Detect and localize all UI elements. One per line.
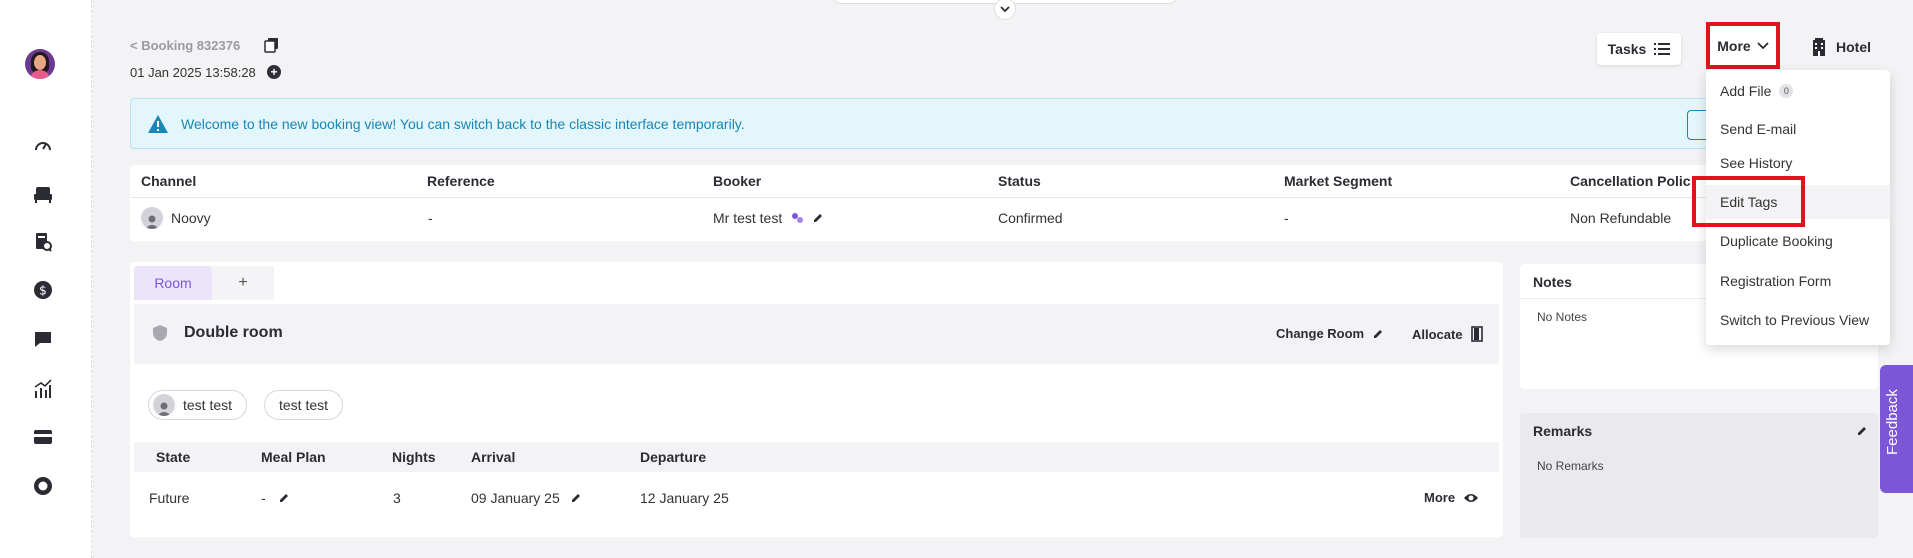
hotel-button[interactable]: Hotel: [1812, 38, 1871, 56]
booker-value: Mr test test: [713, 210, 824, 226]
state-value: Future: [149, 490, 190, 506]
settings-gear-icon[interactable]: [32, 475, 54, 497]
alert-message: Welcome to the new booking view! You can…: [181, 115, 745, 132]
more-dropdown-menu: Add File 0 Send E-mail See History Edit …: [1692, 70, 1890, 345]
warning-icon: [148, 114, 168, 133]
notes-empty: No Notes: [1537, 310, 1588, 324]
breadcrumb-back-link[interactable]: < Booking 832376: [130, 38, 240, 53]
file-count-badge: 0: [1779, 84, 1794, 98]
col-state: State: [156, 449, 191, 465]
col-departure: Departure: [640, 449, 707, 465]
edit-pencil-icon[interactable]: [570, 492, 582, 504]
tab-room[interactable]: Room: [134, 266, 212, 300]
header-booker: Booker: [713, 173, 762, 189]
departure-value: 12 January 25: [640, 490, 729, 506]
reports-icon[interactable]: [32, 378, 54, 400]
change-room-label: Change Room: [1276, 326, 1365, 341]
feedback-tab[interactable]: Feedback: [1880, 365, 1913, 493]
info-alert: Welcome to the new booking view! You can…: [130, 98, 1740, 149]
room-name: Double room: [184, 324, 283, 341]
hotel-building-icon: [1813, 38, 1825, 56]
eye-icon: [1464, 493, 1479, 502]
payments-card-icon[interactable]: [32, 426, 54, 448]
arrival-cell: 09 January 25: [471, 490, 582, 506]
hotel-label: Hotel: [1836, 39, 1871, 55]
person-icon: [153, 394, 175, 416]
booking-created-date: 01 Jan 2025 13:58:28: [130, 65, 256, 80]
edit-pencil-icon[interactable]: [812, 212, 824, 224]
row-more-button[interactable]: More: [1424, 490, 1479, 505]
edit-pencil-icon: [1374, 329, 1383, 338]
guest-chip[interactable]: test test: [264, 390, 344, 420]
header-reference: Reference: [427, 173, 495, 189]
change-room-button[interactable]: Change Room: [1276, 326, 1384, 341]
arrival-value: 09 January 25: [471, 490, 560, 506]
tab-add-room[interactable]: +: [212, 266, 274, 300]
guest-name: test test: [279, 397, 329, 413]
add-circle-icon[interactable]: +: [267, 65, 281, 79]
cancellation-value: Non Refundable: [1570, 210, 1672, 226]
more-label: More: [1717, 37, 1751, 54]
meal-plan-cell: -: [261, 490, 290, 506]
edit-pencil-icon[interactable]: [1856, 425, 1868, 437]
feedback-label: Feedback: [1884, 389, 1901, 455]
header-status: Status: [998, 173, 1041, 189]
door-icon: [1470, 326, 1483, 342]
tasks-label: Tasks: [1607, 41, 1647, 57]
allocate-button[interactable]: Allocate: [1412, 326, 1483, 342]
stay-table-header: State Meal Plan Nights Arrival Departure: [134, 442, 1499, 472]
menu-item-see-history[interactable]: See History: [1720, 155, 1792, 171]
room-header: Double room Change Room Allocate: [134, 304, 1499, 364]
row-more-label: More: [1424, 490, 1456, 505]
remarks-panel: Remarks No Remarks: [1520, 413, 1878, 538]
booker-profile-icon[interactable]: [790, 211, 804, 225]
list-icon: [1654, 43, 1671, 55]
chevron-down-icon: [1757, 41, 1769, 49]
menu-item-label: Add File: [1720, 83, 1772, 99]
col-nights: Nights: [392, 449, 436, 465]
bed-icon[interactable]: [32, 183, 54, 205]
edit-pencil-icon[interactable]: [278, 492, 290, 504]
channel-name: Noovy: [171, 210, 211, 226]
reference-value: -: [428, 210, 433, 226]
header-channel: Channel: [141, 173, 197, 189]
meal-plan-value: -: [261, 490, 266, 506]
notes-title: Notes: [1533, 274, 1572, 290]
guest-name: test test: [183, 397, 233, 413]
menu-item-duplicate-booking[interactable]: Duplicate Booking: [1720, 233, 1833, 249]
messages-icon[interactable]: [32, 328, 54, 350]
person-icon: [141, 207, 163, 229]
header-market-segment: Market Segment: [1284, 173, 1393, 189]
shield-icon: [153, 325, 167, 341]
copy-icon[interactable]: [264, 37, 279, 56]
remarks-title: Remarks: [1533, 423, 1593, 439]
header-cancellation-policy: Cancellation Polic: [1570, 173, 1691, 189]
remarks-empty: No Remarks: [1537, 459, 1604, 473]
col-arrival: Arrival: [471, 449, 516, 465]
menu-item-add-file[interactable]: Add File 0: [1720, 83, 1794, 99]
menu-item-send-email[interactable]: Send E-mail: [1720, 121, 1796, 137]
bookings-icon[interactable]: [32, 231, 54, 253]
booking-summary-table: Channel Reference Booker Status Market S…: [130, 165, 1740, 241]
status-value: Confirmed: [998, 210, 1063, 226]
menu-item-switch-previous-view[interactable]: Switch to Previous View: [1720, 312, 1869, 328]
menu-item-registration-form[interactable]: Registration Form: [1720, 273, 1831, 289]
chevron-down-icon[interactable]: [994, 0, 1016, 20]
dashboard-icon[interactable]: [32, 135, 54, 157]
allocate-label: Allocate: [1412, 326, 1463, 342]
room-panel: Room + Double room Change Room Allocate …: [130, 262, 1503, 537]
edit-tags-highlight: [1692, 176, 1805, 227]
channel-value: Noovy: [141, 207, 211, 229]
sidebar: $: [0, 0, 92, 558]
market-segment-value: -: [1284, 210, 1289, 226]
svg-text:$: $: [39, 284, 47, 298]
guest-chip[interactable]: test test: [148, 390, 248, 420]
user-avatar[interactable]: [25, 49, 55, 79]
booker-name[interactable]: Mr test test: [713, 210, 782, 226]
nights-value: 3: [393, 490, 401, 506]
more-button[interactable]: More: [1706, 22, 1780, 69]
col-meal-plan: Meal Plan: [261, 449, 326, 465]
tasks-button[interactable]: Tasks: [1597, 33, 1681, 65]
billing-icon[interactable]: $: [32, 279, 54, 301]
